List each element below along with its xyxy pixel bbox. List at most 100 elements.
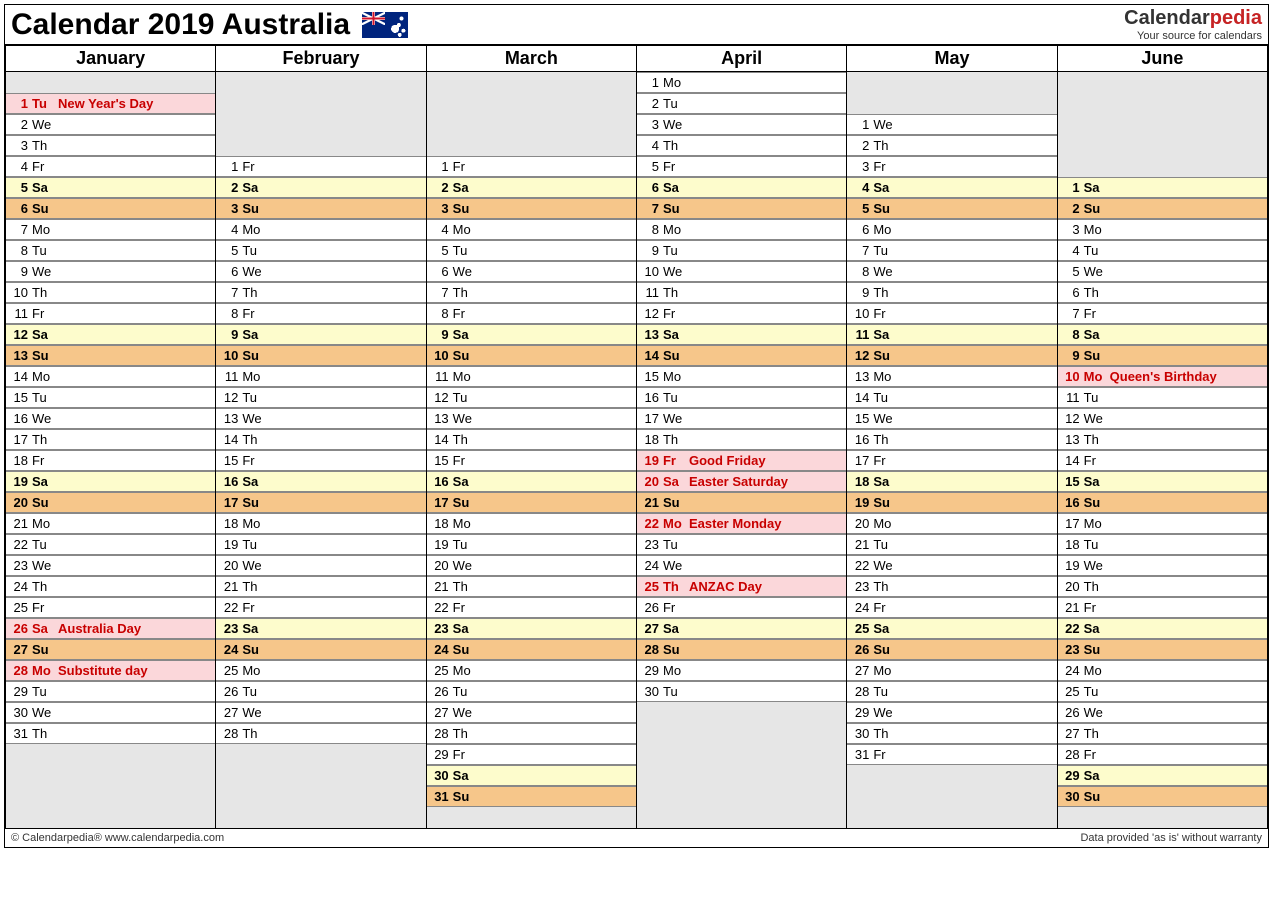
day-number: 6: [431, 264, 453, 279]
calendar-cell: [1057, 156, 1267, 177]
holiday-label: Substitute day: [58, 663, 211, 678]
day-cell: 15Fr: [427, 450, 636, 471]
page-title: Calendar 2019 Australia: [11, 8, 350, 42]
day-number: 31: [431, 789, 453, 804]
day-of-week: Mo: [1084, 369, 1110, 384]
day-number: 27: [220, 705, 242, 720]
calendar-cell: 7Th: [426, 282, 636, 303]
calendar-cell: 23We: [6, 555, 216, 576]
day-cell: 5Tu: [216, 240, 425, 261]
calendar-cell: 27Sa: [636, 618, 846, 639]
calendar-cell: [6, 807, 216, 828]
day-number: 22: [851, 558, 873, 573]
day-number: 2: [431, 180, 453, 195]
day-number: 8: [220, 306, 242, 321]
day-cell: 26Tu: [427, 681, 636, 702]
day-number: 27: [10, 642, 32, 657]
day-cell: 1Mo: [637, 72, 846, 93]
day-of-week: Sa: [242, 180, 268, 195]
calendar-cell: 19We: [1057, 555, 1267, 576]
day-of-week: Mo: [242, 516, 268, 531]
day-cell: 26Tu: [216, 681, 425, 702]
day-of-week: Th: [663, 138, 689, 153]
day-number: 6: [220, 264, 242, 279]
day-number: 23: [10, 558, 32, 573]
day-number: 19: [220, 537, 242, 552]
calendar-cell: 22MoEaster Monday: [636, 513, 846, 534]
calendar-cell: 30Tu: [636, 681, 846, 702]
calendar-cell: 24We: [636, 555, 846, 576]
day-number: 30: [641, 684, 663, 699]
calendar-cell: 13Mo: [847, 366, 1057, 387]
day-cell: 10Th: [6, 282, 215, 303]
day-of-week: Su: [32, 348, 58, 363]
calendar-cell: 19Tu: [216, 534, 426, 555]
day-of-week: Mo: [453, 222, 479, 237]
day-cell: 12Tu: [216, 387, 425, 408]
day-cell: 29Sa: [1058, 765, 1267, 786]
day-cell: 16Su: [1058, 492, 1267, 513]
day-of-week: Th: [32, 579, 58, 594]
day-of-week: Th: [1084, 432, 1110, 447]
calendar-cell: 30Sa: [426, 765, 636, 786]
day-of-week: Mo: [663, 663, 689, 678]
day-number: 10: [851, 306, 873, 321]
calendar-cell: 27We: [426, 702, 636, 723]
day-cell: 15We: [847, 408, 1056, 429]
day-of-week: Fr: [32, 306, 58, 321]
calendar-cell: 26Tu: [216, 681, 426, 702]
calendar-cell: 8Tu: [6, 240, 216, 261]
calendar-cell: 14Th: [216, 429, 426, 450]
calendar-cell: 10Th: [6, 282, 216, 303]
day-number: 8: [641, 222, 663, 237]
day-cell: 15Fr: [216, 450, 425, 471]
day-number: 14: [1062, 453, 1084, 468]
day-number: 14: [851, 390, 873, 405]
day-cell: 30Su: [1058, 786, 1267, 807]
day-number: 1: [10, 96, 32, 111]
calendar-cell: 18Sa: [847, 471, 1057, 492]
day-cell: 23Sa: [427, 618, 636, 639]
calendar-cell: 29Sa: [1057, 765, 1267, 786]
footer: © Calendarpedia® www.calendarpedia.com D…: [5, 828, 1268, 847]
day-cell: 22Sa: [1058, 618, 1267, 639]
day-of-week: Sa: [663, 180, 689, 195]
calendar-cell: 24Mo: [1057, 660, 1267, 681]
calendar-cell: 23Su: [1057, 639, 1267, 660]
day-cell: 15Mo: [637, 366, 846, 387]
day-number: 8: [1062, 327, 1084, 342]
calendar-cell: 20Mo: [847, 513, 1057, 534]
day-cell: 16Sa: [427, 471, 636, 492]
day-of-week: We: [873, 117, 899, 132]
day-of-week: Fr: [242, 306, 268, 321]
day-number: 10: [220, 348, 242, 363]
month-header: May: [847, 46, 1057, 72]
day-cell: 30Tu: [637, 681, 846, 702]
day-of-week: Mo: [873, 516, 899, 531]
calendar-cell: 2Sa: [216, 177, 426, 198]
calendar-cell: 22Tu: [6, 534, 216, 555]
day-of-week: Sa: [1084, 474, 1110, 489]
day-of-week: We: [32, 705, 58, 720]
day-number: 14: [10, 369, 32, 384]
day-number: 10: [431, 348, 453, 363]
calendar-cell: 2Tu: [636, 93, 846, 114]
calendar-cell: [636, 765, 846, 786]
day-of-week: Tu: [873, 537, 899, 552]
calendar-cell: 3Mo: [1057, 219, 1267, 240]
day-cell: 28MoSubstitute day: [6, 660, 215, 681]
day-of-week: We: [663, 411, 689, 426]
calendar-cell: 22Fr: [426, 597, 636, 618]
calendar-cell: 12Fr: [636, 303, 846, 324]
day-cell: 6Th: [1058, 282, 1267, 303]
day-cell: 10Fr: [847, 303, 1056, 324]
day-cell: 26Fr: [637, 597, 846, 618]
calendar-cell: 9Sa: [426, 324, 636, 345]
calendar-cell: 3We: [636, 114, 846, 135]
calendar-cell: 21Th: [216, 576, 426, 597]
day-cell: 25ThANZAC Day: [637, 576, 846, 597]
calendar-cell: [426, 72, 636, 93]
day-cell: 4Th: [637, 135, 846, 156]
calendar-cell: 8Fr: [426, 303, 636, 324]
day-number: 26: [641, 600, 663, 615]
